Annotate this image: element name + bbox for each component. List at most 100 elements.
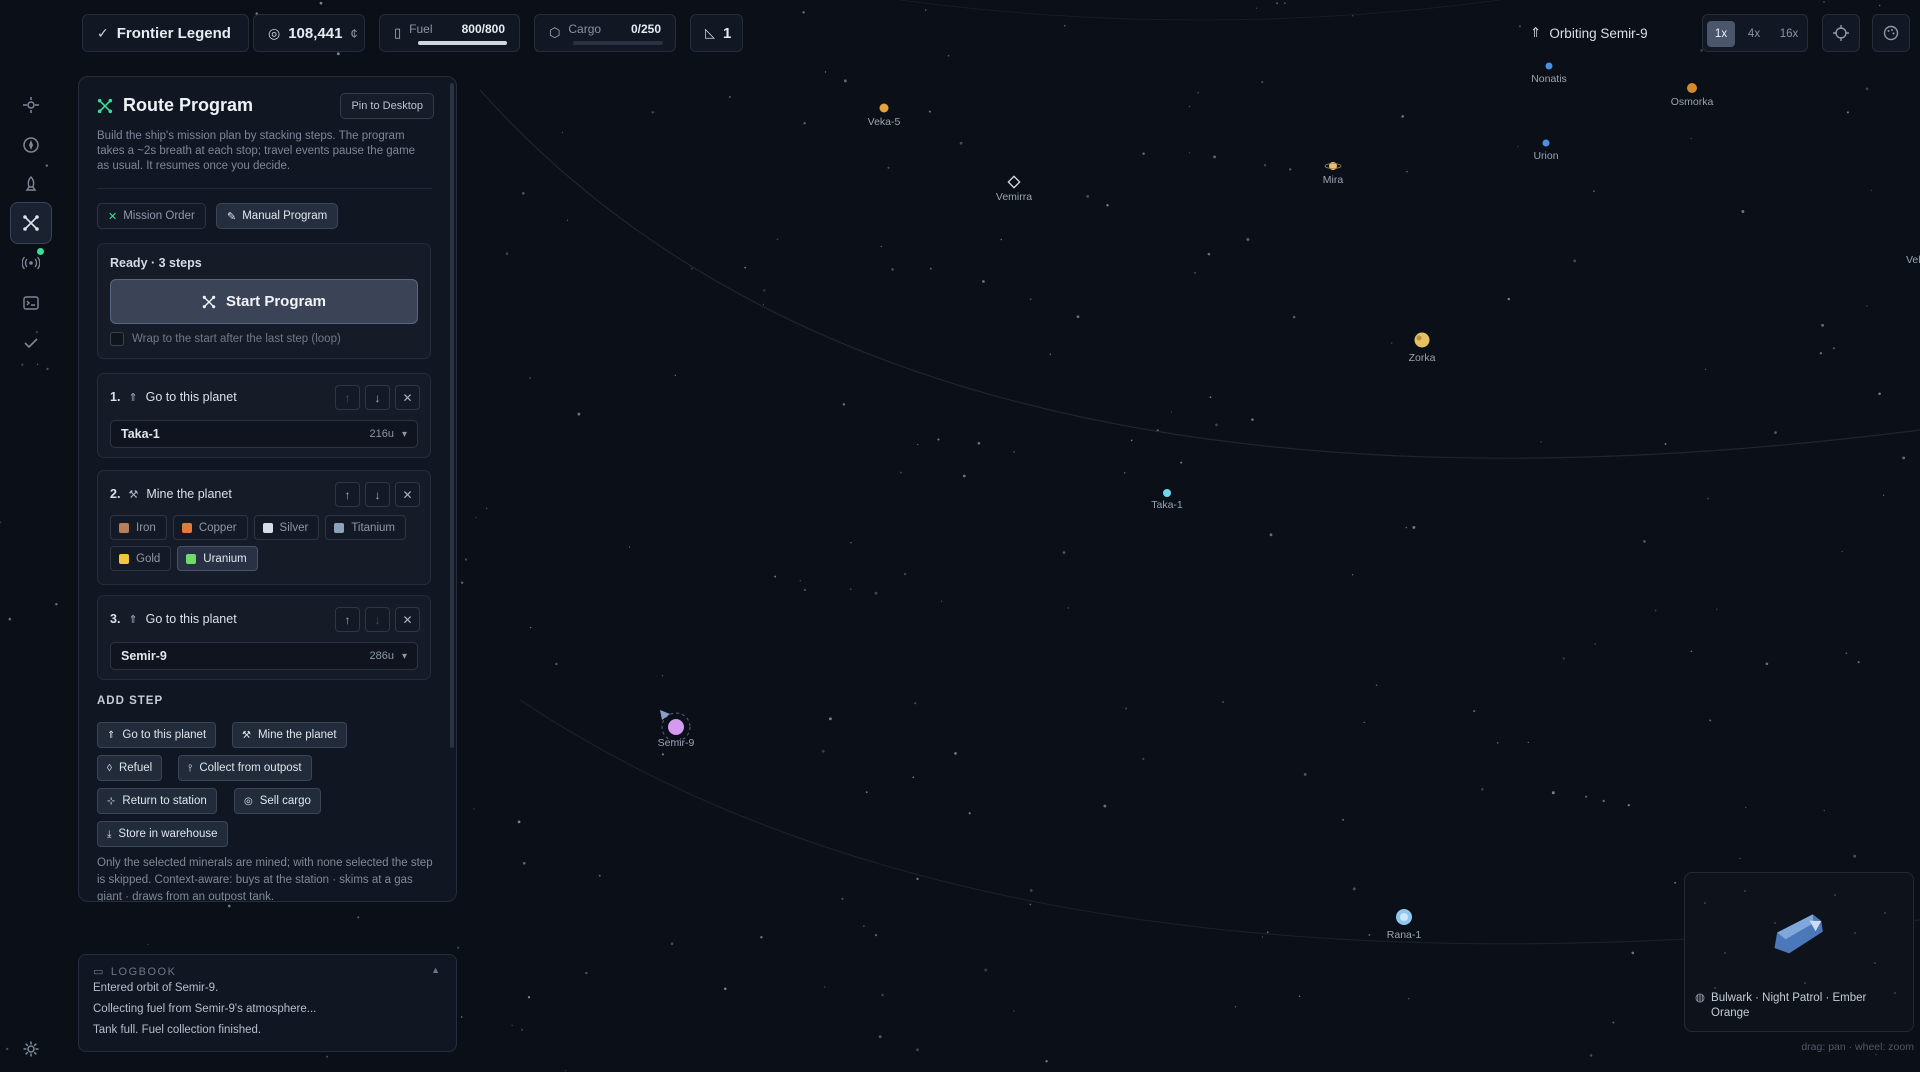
planet-vel[interactable]: Vel: [1906, 254, 1920, 266]
planet-select[interactable]: Taka-1 216u ▾: [110, 420, 418, 448]
add-collect-outpost-button[interactable]: ⫯ Collect from outpost: [178, 755, 312, 781]
star: [564, 1069, 567, 1072]
zoom-4x-button[interactable]: 4x: [1740, 21, 1768, 47]
star: [1496, 742, 1499, 744]
star: [1303, 772, 1307, 776]
ship-preview[interactable]: ◍ Bulwark · Night Patrol · Ember Orange: [1684, 872, 1914, 1032]
star: [651, 111, 654, 114]
star: [1593, 190, 1595, 193]
add-go-to-planet-button[interactable]: ⇑ Go to this planet: [97, 722, 217, 748]
logbook-panel[interactable]: ▭ LOGBOOK ▲ Entered orbit of Semir-9. Co…: [78, 954, 457, 1052]
step-header: 2. ⚒ Mine the planet: [110, 487, 232, 501]
mineral-copper[interactable]: Copper: [172, 515, 248, 540]
ship-caption: ◍ Bulwark · Night Patrol · Ember Orange: [1695, 992, 1867, 1019]
move-down-button[interactable]: ↓: [365, 607, 390, 632]
route-icon: [23, 215, 39, 231]
star: [1562, 657, 1565, 660]
rail-comms-button[interactable]: [10, 242, 52, 284]
panel-scrollbar[interactable]: [450, 83, 454, 748]
planet-select[interactable]: Semir-9 286u ▾: [110, 642, 418, 670]
gear-icon: [23, 1041, 39, 1057]
remove-step-button[interactable]: ✕: [395, 385, 420, 410]
mineral-silver[interactable]: Silver: [253, 515, 320, 540]
star: [475, 517, 477, 519]
star: [1251, 418, 1254, 421]
move-up-button[interactable]: ↑: [335, 607, 360, 632]
recenter-button[interactable]: [1822, 14, 1860, 52]
star: [1473, 710, 1476, 713]
star: [828, 717, 832, 721]
rail-tasks-button[interactable]: [10, 322, 52, 364]
step-controls: ↑ ↓ ✕: [335, 607, 420, 632]
rocket-icon: ⇑: [128, 613, 138, 626]
rail-route-program-button[interactable]: [10, 202, 52, 244]
pin-to-desktop-button[interactable]: Pin to Desktop: [340, 93, 434, 119]
crosshair-icon: [1833, 25, 1849, 41]
tab-mission-order[interactable]: ✕ Mission Order: [97, 203, 206, 229]
star: [505, 252, 509, 255]
star: [841, 897, 844, 900]
remove-step-button[interactable]: ✕: [395, 607, 420, 632]
star: [1352, 887, 1356, 891]
mineral-swatch: [334, 522, 345, 533]
star: [1823, 809, 1825, 812]
move-up-button[interactable]: ↑: [335, 482, 360, 507]
start-program-button[interactable]: Start Program: [110, 279, 418, 324]
profile-title[interactable]: ✓ Frontier Legend: [82, 14, 249, 52]
star: [862, 925, 865, 928]
program-status: Ready · 3 steps: [110, 256, 202, 270]
remove-step-button[interactable]: ✕: [395, 482, 420, 507]
add-return-station-button[interactable]: ⊹ Return to station: [97, 788, 217, 814]
star: [1857, 661, 1860, 664]
move-up-button[interactable]: ↑: [335, 385, 360, 410]
star: [887, 166, 890, 169]
star: [1222, 701, 1224, 703]
add-mine-planet-button[interactable]: ⚒ Mine the planet: [232, 722, 347, 748]
mineral-uranium[interactable]: Uranium: [177, 546, 258, 571]
star: [1197, 91, 1200, 94]
star: [968, 812, 971, 815]
rail-ship-button[interactable]: [10, 163, 52, 205]
star: [1853, 854, 1857, 858]
move-down-button[interactable]: ↓: [365, 482, 390, 507]
star: [1106, 203, 1109, 207]
add-sell-cargo-button[interactable]: ◎ Sell cargo: [234, 788, 321, 814]
rail-terminal-button[interactable]: [10, 282, 52, 324]
rail-navigation-button[interactable]: [10, 124, 52, 166]
star: [1351, 574, 1354, 576]
svg-text:Veka-5: Veka-5: [868, 116, 901, 128]
star: [1342, 818, 1345, 821]
mineral-iron[interactable]: Iron: [110, 515, 167, 540]
star: [55, 603, 58, 606]
star: [874, 591, 878, 595]
star: [522, 861, 526, 865]
star: [916, 1048, 919, 1052]
loop-checkbox[interactable]: [110, 332, 124, 346]
ship-count-icon: ◺: [705, 25, 715, 40]
loop-option[interactable]: Wrap to the start after the last step (l…: [110, 332, 341, 346]
star: [874, 933, 878, 937]
notification-dot: [37, 248, 44, 255]
star: [744, 266, 747, 269]
collapse-icon[interactable]: ▲: [431, 965, 440, 975]
mineral-gold[interactable]: Gold: [110, 546, 172, 571]
add-store-warehouse-button[interactable]: ⤓ Store in warehouse: [97, 821, 228, 847]
move-down-button[interactable]: ↓: [365, 385, 390, 410]
compass-icon: [23, 137, 39, 153]
rail-station-button[interactable]: [10, 84, 52, 126]
tab-manual-program[interactable]: ✎ Manual Program: [216, 203, 339, 229]
star: [914, 702, 917, 705]
terminal-icon: [23, 296, 39, 310]
pencil-icon: ✎: [227, 210, 237, 223]
cargo-gauge: ⬡ Cargo 0/250: [534, 14, 676, 52]
add-step-heading: ADD STEP: [97, 695, 164, 707]
fleet-count[interactable]: ◺ 1: [690, 14, 743, 52]
mineral-titanium[interactable]: Titanium: [325, 515, 406, 540]
zoom-1x-button[interactable]: 1x: [1707, 21, 1735, 47]
settings-button[interactable]: [10, 1028, 52, 1070]
star: [977, 441, 981, 445]
zoom-16x-button[interactable]: 16x: [1773, 21, 1805, 47]
add-refuel-button[interactable]: ◊ Refuel: [97, 755, 163, 781]
mineral-swatch: [262, 522, 273, 533]
palette-button[interactable]: [1872, 14, 1910, 52]
